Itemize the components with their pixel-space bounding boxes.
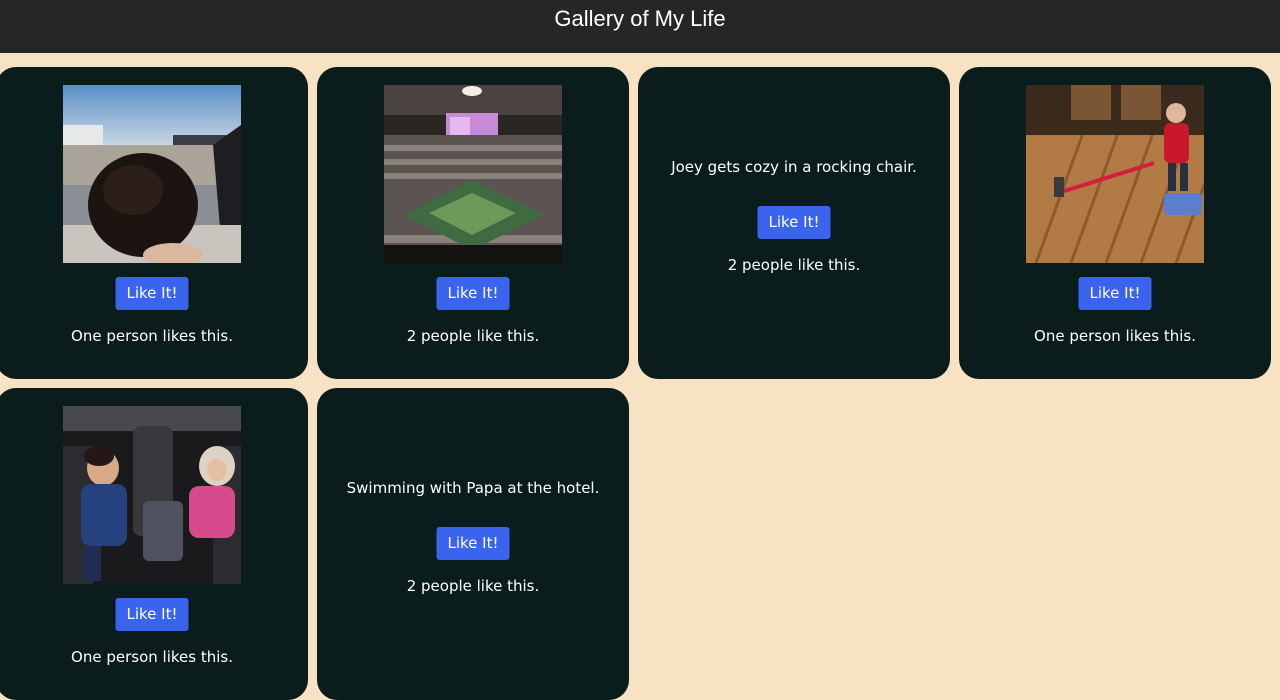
header-bar: Gallery of My Life — [0, 0, 1280, 53]
toddler-vacuuming-photo — [1026, 85, 1204, 263]
like-button[interactable]: Like It! — [115, 277, 189, 310]
basketball-arena-photo — [384, 85, 562, 263]
likes-count-text: One person likes this. — [71, 327, 233, 345]
kids-sleeping-in-car-photo — [63, 406, 241, 584]
like-button[interactable]: Like It! — [115, 598, 189, 631]
likes-count-text: 2 people like this. — [406, 577, 540, 595]
like-button[interactable]: Like It! — [1078, 277, 1152, 310]
gallery-card: Joey gets cozy in a rocking chair. Like … — [638, 67, 950, 379]
like-button[interactable]: Like It! — [757, 206, 831, 239]
card-caption: Joey gets cozy in a rocking chair. — [671, 158, 917, 176]
gallery-card: Swimming with Papa at the hotel. Like It… — [317, 388, 629, 700]
likes-count-text: One person likes this. — [1034, 327, 1196, 345]
card-caption: Swimming with Papa at the hotel. — [346, 479, 600, 497]
gallery-card: Like It! 2 people like this. — [317, 67, 629, 379]
likes-count-text: One person likes this. — [71, 648, 233, 666]
page-title: Gallery of My Life — [554, 6, 726, 31]
gallery-card: Like It! One person likes this. — [0, 388, 308, 700]
likes-count-text: 2 people like this. — [727, 256, 861, 274]
gallery-card: Like It! One person likes this. — [959, 67, 1271, 379]
like-button[interactable]: Like It! — [436, 277, 510, 310]
like-button[interactable]: Like It! — [436, 527, 510, 560]
child-in-car-photo — [63, 85, 241, 263]
gallery-card: Like It! One person likes this. — [0, 67, 308, 379]
likes-count-text: 2 people like this. — [406, 327, 540, 345]
